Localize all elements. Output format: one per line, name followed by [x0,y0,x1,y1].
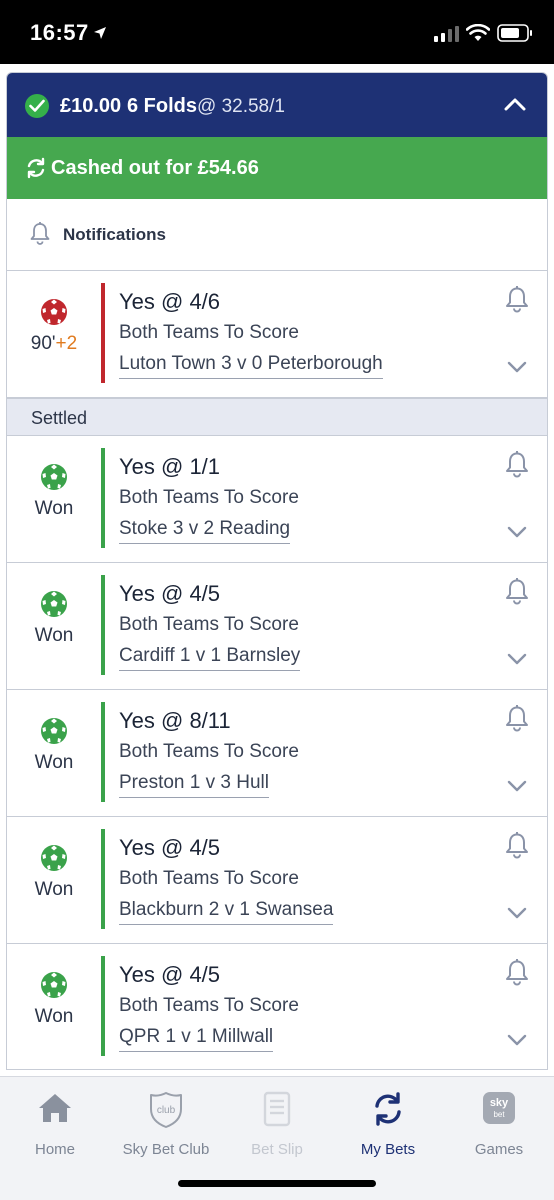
selection-row[interactable]: Won Yes @ 8/11 Both Teams To Score Prest… [7,690,547,817]
bell-icon [30,222,50,245]
games-icon-text-top: sky [490,1097,509,1109]
selection-row[interactable]: Won Yes @ 1/1 Both Teams To Score Stoke … [7,436,547,563]
match-clock: 90'+2 [7,333,101,355]
settled-label: Settled [31,408,88,428]
home-indicator [178,1180,376,1187]
club-shield-icon: club [111,1091,221,1131]
selection-market: Both Teams To Score [119,995,299,1016]
selection-event-link[interactable]: Cardiff 1 v 1 Barnsley [119,645,301,671]
green-football-icon [41,591,67,617]
result-status: Won [34,625,74,646]
tab-home[interactable]: Home [0,1087,110,1158]
chevron-down-icon[interactable] [507,653,527,665]
selection-title: Yes @ 4/6 [119,289,221,314]
home-icon [0,1091,110,1131]
games-icon-text-bottom: bet [493,1110,505,1119]
green-football-icon [41,718,67,744]
tab-sky-bet-club[interactable]: club Sky Bet Club [111,1087,221,1158]
selection-event-link[interactable]: Preston 1 v 3 Hull [119,772,269,798]
selection-market: Both Teams To Score [119,322,299,343]
selection-event-link[interactable]: Blackburn 2 v 1 Swansea [119,899,334,925]
chevron-up-icon[interactable] [504,97,526,111]
bell-icon[interactable] [504,831,530,859]
location-arrow-icon [94,27,106,39]
notifications-label: Notifications [63,225,166,244]
selection-market: Both Teams To Score [119,741,299,762]
selection-market: Both Teams To Score [119,487,299,508]
result-status: Won [34,1006,74,1027]
selection-event-link[interactable]: QPR 1 v 1 Millwall [119,1026,274,1052]
status-time: 16:57 [30,20,89,45]
cashout-text: Cashed out for £54.66 [51,157,259,179]
bet-card: £10.00 6 Folds @ 32.58/1 Cashed out for … [6,72,548,1070]
selection-market: Both Teams To Score [119,614,299,635]
tab-label: My Bets [360,1141,416,1158]
notifications-row[interactable]: Notifications [7,199,547,271]
bell-icon[interactable] [504,958,530,986]
selection-title: Yes @ 4/5 [119,962,221,987]
red-football-icon [41,299,67,325]
selection-event-link[interactable]: Luton Town 3 v 0 Peterborough [119,353,383,379]
tab-label: Home [34,1141,75,1158]
added-time: +2 [55,333,78,354]
live-selection[interactable]: 90'+2 Yes @ 4/6 Both Teams To Score Luto… [7,271,547,398]
signal-icon [434,26,459,42]
bet-stake: £10.00 [60,95,122,117]
green-football-icon [41,464,67,490]
check-icon [25,94,49,118]
tab-my-bets[interactable]: My Bets [333,1087,443,1158]
status-bar-won [101,448,105,548]
tab-label: Bet Slip [251,1141,303,1158]
selection-title: Yes @ 4/5 [119,581,221,606]
selection-title: Yes @ 4/5 [119,835,221,860]
selection-row[interactable]: Won Yes @ 4/5 Both Teams To Score Blackb… [7,817,547,944]
selection-title: Yes @ 1/1 [119,454,221,479]
status-bar-won [101,702,105,802]
battery-icon [497,24,532,42]
bell-icon[interactable] [504,577,530,605]
chevron-down-icon[interactable] [507,526,527,538]
bell-icon[interactable] [504,450,530,478]
selection-row[interactable]: Won Yes @ 4/5 Both Teams To Score Cardif… [7,563,547,690]
green-football-icon [41,972,67,998]
my-bets-icon [333,1091,443,1131]
green-football-icon [41,845,67,871]
status-bar-won [101,829,105,929]
bet-odds: @ 32.58/1 [197,96,285,117]
wifi-icon [466,24,490,41]
tab-games[interactable]: sky bet Games [444,1087,554,1158]
result-status: Won [34,752,74,773]
chevron-down-icon[interactable] [507,907,527,919]
status-bar-won [101,575,105,675]
bell-icon[interactable] [504,704,530,732]
selection-market: Both Teams To Score [119,868,299,889]
cashout-banner: Cashed out for £54.66 [7,137,547,199]
match-minute: 90' [30,333,56,354]
refresh-arrows-icon [27,157,45,179]
selection-row[interactable]: Won Yes @ 4/5 Both Teams To Score QPR 1 … [7,944,547,1069]
games-icon: sky bet [444,1091,554,1131]
bell-icon[interactable] [504,285,530,313]
bet-slip-icon [222,1091,332,1131]
result-status: Won [34,879,74,900]
status-bar-won [101,956,105,1056]
result-status: Won [34,498,74,519]
settled-header: Settled [7,398,547,436]
tab-bet-slip[interactable]: Bet Slip [222,1087,332,1158]
selection-event-link[interactable]: Stoke 3 v 2 Reading [119,518,291,544]
status-bar-live [101,283,105,383]
tab-label: Sky Bet Club [122,1141,210,1158]
chevron-down-icon[interactable] [507,780,527,792]
club-icon-text: club [157,1105,176,1116]
selection-title: Yes @ 8/11 [119,708,231,733]
bet-type: 6 Folds [127,95,198,117]
chevron-down-icon[interactable] [507,361,527,373]
bet-header[interactable]: £10.00 6 Folds @ 32.58/1 [7,73,547,137]
tab-label: Games [474,1141,524,1158]
chevron-down-icon[interactable] [507,1034,527,1046]
status-bar: 16:57 [0,0,554,64]
